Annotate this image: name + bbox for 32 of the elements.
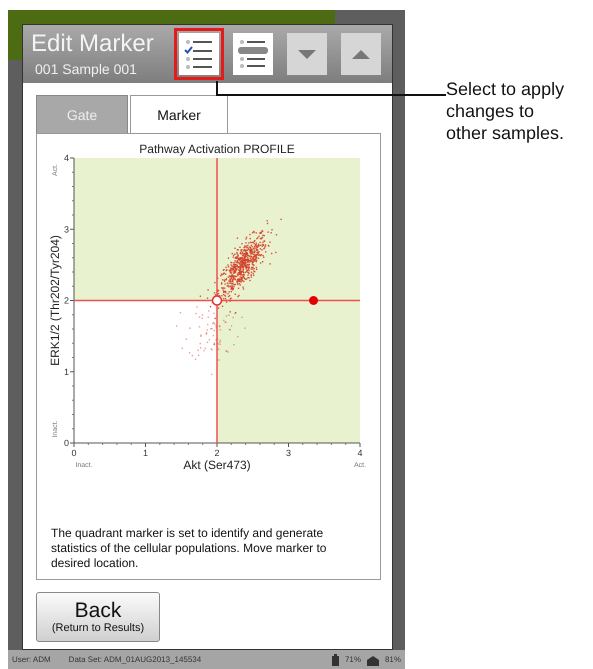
data-set-label: Data Set: ADM_01AUG2013_145534 bbox=[68, 655, 202, 664]
tab[interactable]: Marker bbox=[130, 95, 228, 133]
callout-text: Select to apply changes to other samples. bbox=[446, 78, 566, 144]
user-label: User: ADM bbox=[12, 655, 51, 664]
battery-reading: 71% bbox=[344, 655, 361, 664]
x-tick-label: 3 bbox=[286, 448, 291, 458]
y-tick-label: 1 bbox=[64, 366, 69, 377]
sample-name: 001 Sample 001 bbox=[35, 61, 138, 77]
y-tick-label: 3 bbox=[64, 224, 69, 234]
caret-down-icon bbox=[298, 50, 316, 58]
x-tick-label: 4 bbox=[358, 448, 362, 458]
y-axis-label: ERK1/2 (Thr202/Tyr204) bbox=[48, 235, 62, 366]
x-tick-label: 2 bbox=[214, 448, 220, 458]
checklist-icon bbox=[184, 38, 214, 70]
x-tick-label: 0 bbox=[72, 448, 76, 458]
back-button[interactable]: Back (Return to Results) bbox=[36, 592, 160, 642]
y-tick-label: 4 bbox=[64, 153, 69, 163]
list-button[interactable] bbox=[233, 33, 273, 75]
storage-reading: 81% bbox=[384, 655, 401, 664]
window-title: Edit Marker bbox=[31, 31, 154, 57]
x-axis-label: Akt (Ser473) bbox=[183, 458, 251, 472]
battery-icon bbox=[332, 654, 339, 666]
x-tick-label: 1 bbox=[143, 448, 148, 458]
y-tick-label: 0 bbox=[64, 438, 69, 448]
y-tick-label: 2 bbox=[64, 296, 69, 306]
caret-up-icon bbox=[352, 50, 370, 58]
up-button[interactable] bbox=[341, 33, 381, 75]
down-button[interactable] bbox=[287, 33, 327, 75]
chart-title: Pathway Activation PROFILE bbox=[139, 142, 295, 156]
description-text: The quadrant marker is set to identify and generate statistics of the cellular populations. Move marker to desired location. bbox=[51, 526, 328, 571]
marker-handle[interactable] bbox=[309, 296, 318, 305]
list-icon bbox=[237, 38, 269, 70]
